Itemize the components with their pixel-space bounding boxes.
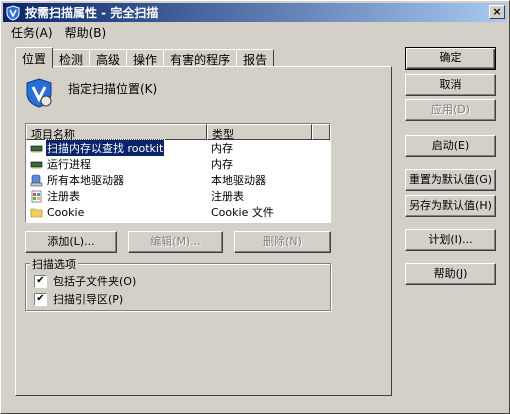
include-subfolders-option[interactable]: ✔ 包括子文件夹(O)	[34, 273, 136, 289]
column-item-name[interactable]: 项目名称	[26, 124, 207, 141]
start-button[interactable]: 启动(E)	[405, 135, 496, 157]
tab-location[interactable]: 位置	[15, 47, 54, 68]
remove-button[interactable]: 删除(N)	[234, 231, 331, 253]
list-item-name: 运行进程	[47, 158, 91, 171]
tab-unwanted-programs[interactable]: 有害的程序	[163, 49, 238, 67]
list-item-name: 注册表	[47, 190, 80, 203]
reset-default-button[interactable]: 重置为默认值(G)	[405, 169, 496, 191]
scan-location-list[interactable]: 项目名称 类型 扫描内存以查找 rootkit 内存 运行进程 内存 所有本地驱…	[25, 123, 331, 223]
include-subfolders-label: 包括子文件夹(O)	[53, 275, 137, 288]
close-button[interactable]: ×	[489, 5, 505, 19]
folder-icon	[30, 208, 43, 217]
list-item[interactable]: 所有本地驱动器 本地驱动器	[26, 172, 330, 188]
drive-icon	[30, 174, 43, 186]
menu-help[interactable]: 帮助(B)	[59, 23, 113, 40]
list-item-name: 扫描内存以查找 rootkit	[44, 139, 166, 157]
window-title: 按需扫描属性 - 完全扫描	[25, 6, 159, 20]
include-subfolders-checkbox[interactable]: ✔	[34, 274, 47, 288]
list-item-type: 本地驱动器	[211, 174, 266, 187]
properties-window: 按需扫描属性 - 完全扫描 × 任务(A) 帮助(B) 位置 检测 高级 操作 …	[0, 0, 510, 414]
ok-button[interactable]: 确定	[405, 47, 496, 70]
tab-actions[interactable]: 操作	[126, 49, 165, 67]
title-bar[interactable]: 按需扫描属性 - 完全扫描 ×	[3, 3, 507, 22]
save-default-button[interactable]: 另存为默认值(H)	[405, 195, 496, 217]
column-type[interactable]: 类型	[207, 124, 312, 141]
list-item-type: 注册表	[211, 190, 244, 203]
add-button[interactable]: 添加(L)...	[25, 231, 117, 253]
tab-advanced[interactable]: 高级	[89, 49, 128, 67]
list-item[interactable]: 注册表 注册表	[26, 188, 330, 204]
location-panel: 指定扫描位置(K) 项目名称 类型 扫描内存以查找 rootkit 内存 运行进…	[15, 66, 392, 396]
scan-options-group: 扫描选项 ✔ 包括子文件夹(O) ✔ 扫描引导区(P)	[25, 256, 331, 311]
list-item-type: 内存	[211, 142, 233, 155]
list-item-name: Cookie	[47, 205, 85, 219]
apply-button[interactable]: 应用(D)	[405, 99, 496, 121]
scan-boot-sector-option[interactable]: ✔ 扫描引导区(P)	[34, 291, 123, 307]
list-item[interactable]: 扫描内存以查找 rootkit 内存	[26, 139, 330, 157]
list-item-type: Cookie 文件	[211, 206, 274, 219]
memory-chip-icon	[30, 145, 43, 153]
memory-chip-icon	[30, 161, 43, 169]
menu-task[interactable]: 任务(A)	[5, 23, 59, 40]
scan-boot-sector-checkbox[interactable]: ✔	[34, 292, 47, 306]
tab-strip: 位置 检测 高级 操作 有害的程序 报告	[15, 47, 275, 68]
location-label: 指定扫描位置(K)	[68, 82, 158, 96]
list-item-name: 所有本地驱动器	[47, 174, 124, 187]
edit-button[interactable]: 编辑(M)...	[128, 231, 223, 253]
list-header: 项目名称 类型	[26, 124, 330, 141]
cancel-button[interactable]: 取消	[405, 74, 496, 96]
schedule-button[interactable]: 计划(I)...	[405, 229, 496, 251]
menu-bar: 任务(A) 帮助(B)	[5, 23, 112, 40]
column-filler	[312, 124, 330, 140]
list-item[interactable]: 运行进程 内存	[26, 156, 330, 172]
tab-detection[interactable]: 检测	[52, 49, 91, 67]
scan-boot-sector-label: 扫描引导区(P)	[53, 293, 124, 306]
mcafee-shield-icon	[6, 4, 20, 21]
scan-location-icon	[26, 78, 52, 108]
help-button[interactable]: 帮助(J)	[405, 263, 496, 285]
tab-report[interactable]: 报告	[236, 49, 275, 67]
registry-icon	[31, 190, 42, 202]
list-item[interactable]: Cookie Cookie 文件	[26, 204, 330, 220]
scan-options-title: 扫描选项	[30, 256, 78, 272]
list-item-type: 内存	[211, 158, 233, 171]
